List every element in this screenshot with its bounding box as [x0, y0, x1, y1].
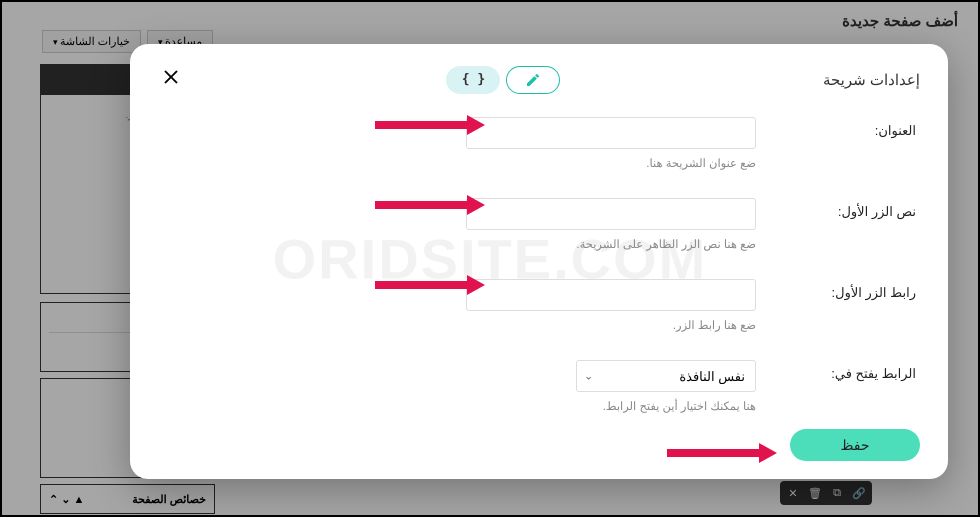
input-button1-link[interactable] [466, 279, 756, 311]
label-button1-text: نص الزر الأول: [786, 198, 916, 220]
close-button[interactable] [158, 64, 184, 95]
pencil-icon [525, 72, 541, 88]
label-title: العنوان: [786, 117, 916, 139]
modal-header: { } إعدادات شريحة [158, 64, 920, 95]
row-button1-link: رابط الزر الأول: ضع هنا رابط الزر. [158, 279, 916, 332]
tab-edit[interactable] [506, 66, 560, 94]
row-title: العنوان: ضع عنوان الشريحة هنا. [158, 117, 916, 170]
modal-body: العنوان: ضع عنوان الشريحة هنا. نص الزر ا… [158, 117, 920, 425]
save-button[interactable]: حفظ [790, 429, 920, 461]
modal-footer: حفظ [158, 425, 920, 461]
input-title[interactable] [466, 117, 756, 149]
help-link-target: هنا يمكنك اختيار أين يفتح الرابط. [466, 399, 756, 413]
modal-title: إعدادات شريحة [823, 71, 920, 89]
input-button1-text[interactable] [466, 198, 756, 230]
row-link-target: الرابط يفتح في: نفس النافذة ⌄ هنا يمكنك … [158, 360, 916, 413]
label-button1-link: رابط الزر الأول: [786, 279, 916, 301]
modal-tabs: { } [446, 66, 560, 94]
code-icon: { } [462, 72, 485, 87]
slide-settings-modal: { } إعدادات شريحة العنوان: ضع عنوان الشر… [130, 44, 948, 479]
help-button1-text: ضع هنا نص الزر الظاهر على الشريحة. [466, 237, 756, 251]
label-link-target: الرابط يفتح في: [786, 360, 916, 382]
select-link-target[interactable]: نفس النافذة [576, 360, 756, 392]
help-button1-link: ضع هنا رابط الزر. [466, 318, 756, 332]
row-button1-text: نص الزر الأول: ضع هنا نص الزر الظاهر على… [158, 198, 916, 251]
help-title: ضع عنوان الشريحة هنا. [466, 156, 756, 170]
close-icon [162, 68, 180, 86]
tab-code[interactable]: { } [446, 66, 500, 94]
